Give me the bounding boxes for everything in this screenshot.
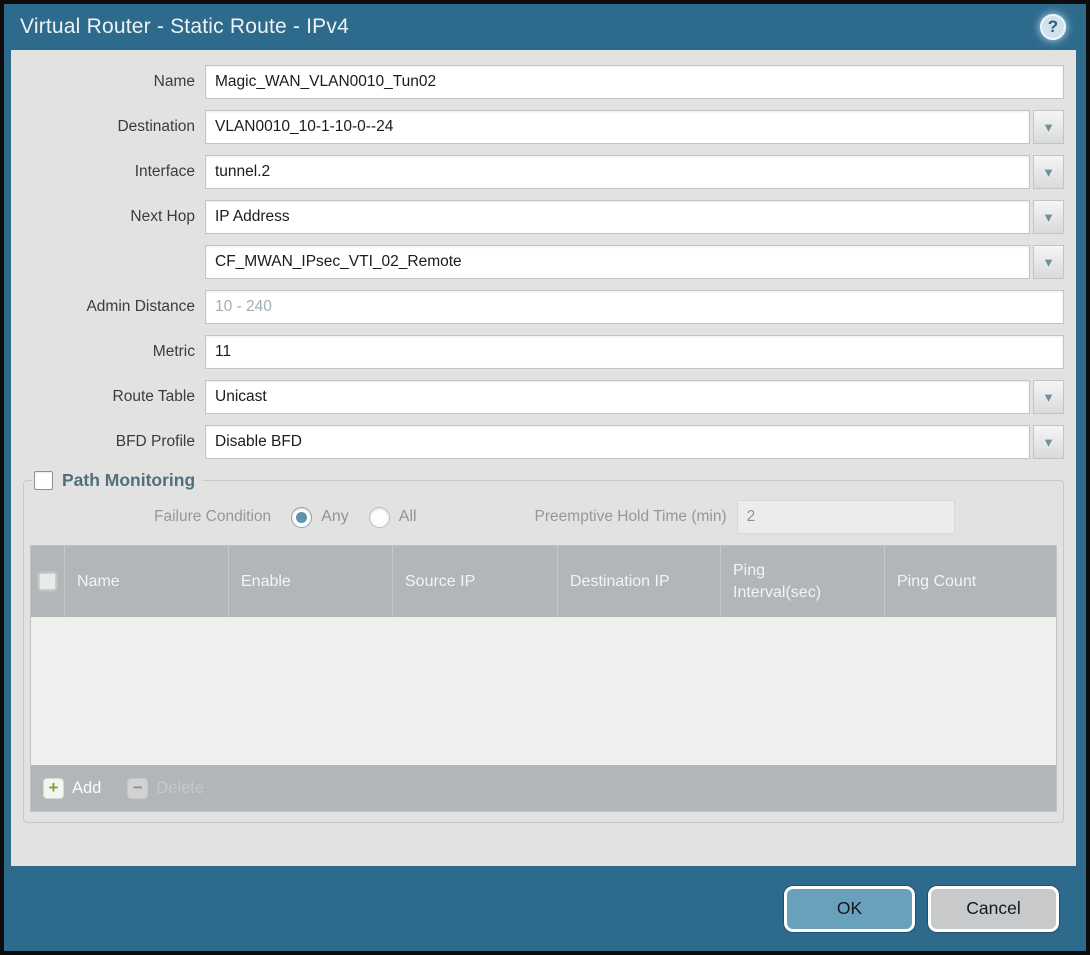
chevron-down-icon: ▼ <box>1042 210 1055 225</box>
cancel-button[interactable]: Cancel <box>928 886 1059 932</box>
chevron-down-icon: ▼ <box>1042 120 1055 135</box>
destination-label: Destination <box>23 118 205 136</box>
name-label: Name <box>23 73 205 91</box>
bfd-profile-dropdown-button[interactable]: ▼ <box>1033 425 1064 459</box>
dialog-titlebar: Virtual Router - Static Route - IPv4 ? <box>4 4 1086 50</box>
form-row-admin-distance: Admin Distance <box>23 290 1064 324</box>
table-header-source-ip: Source IP <box>393 546 558 617</box>
admin-distance-input[interactable] <box>205 290 1064 324</box>
table-header-select-all <box>31 546 65 617</box>
preemptive-hold-time-label: Preemptive Hold Time (min) <box>535 508 727 526</box>
form-row-route-table: Route Table ▼ <box>23 380 1064 414</box>
bfd-profile-input[interactable] <box>205 425 1030 459</box>
plus-icon: + <box>43 778 64 799</box>
path-monitoring-checkbox[interactable] <box>34 471 53 490</box>
table-header-ping-count: Ping Count <box>885 546 1056 617</box>
form-row-next-hop: Next Hop ▼ <box>23 200 1064 234</box>
path-monitoring-section: Path Monitoring Failure Condition Any Al… <box>23 470 1064 823</box>
failure-condition-all-radio <box>369 507 390 528</box>
bfd-profile-label: BFD Profile <box>23 433 205 451</box>
delete-button-label: Delete <box>156 779 204 798</box>
metric-label: Metric <box>23 343 205 361</box>
next-hop-type-input[interactable] <box>205 200 1030 234</box>
path-monitoring-table: Name Enable Source IP Destination IP Pin… <box>30 545 1057 812</box>
failure-condition-row: Failure Condition Any All Preemptive Hol… <box>30 499 1057 535</box>
failure-condition-all-label: All <box>399 508 417 526</box>
chevron-down-icon: ▼ <box>1042 165 1055 180</box>
failure-condition-any-label: Any <box>321 508 349 526</box>
next-hop-address-input[interactable] <box>205 245 1030 279</box>
failure-condition-label: Failure Condition <box>154 508 271 526</box>
add-button-label: Add <box>72 779 101 798</box>
interface-label: Interface <box>23 163 205 181</box>
form-row-name: Name <box>23 65 1064 99</box>
table-header-destination-ip: Destination IP <box>558 546 721 617</box>
select-all-checkbox <box>39 573 56 590</box>
next-hop-label: Next Hop <box>23 208 205 226</box>
static-route-dialog: Virtual Router - Static Route - IPv4 ? N… <box>0 0 1090 955</box>
route-table-label: Route Table <box>23 388 205 406</box>
destination-dropdown-button[interactable]: ▼ <box>1033 110 1064 144</box>
dialog-title: Virtual Router - Static Route - IPv4 <box>20 15 349 39</box>
table-header-ping-interval: Ping Interval(sec) <box>721 546 885 617</box>
next-hop-type-dropdown-button[interactable]: ▼ <box>1033 200 1064 234</box>
delete-button: − Delete <box>127 778 204 799</box>
interface-dropdown-button[interactable]: ▼ <box>1033 155 1064 189</box>
path-monitoring-title: Path Monitoring <box>62 470 195 491</box>
chevron-down-icon: ▼ <box>1042 390 1055 405</box>
metric-input[interactable] <box>205 335 1064 369</box>
table-header-name: Name <box>65 546 229 617</box>
path-monitoring-legend: Path Monitoring <box>32 470 203 491</box>
dialog-content: Name Destination ▼ Interface ▼ Next Hop <box>11 50 1076 866</box>
add-button[interactable]: + Add <box>43 778 101 799</box>
preemptive-hold-time-input <box>737 500 955 534</box>
dialog-footer: OK Cancel <box>4 866 1086 951</box>
admin-distance-label: Admin Distance <box>23 298 205 316</box>
chevron-down-icon: ▼ <box>1042 435 1055 450</box>
destination-input[interactable] <box>205 110 1030 144</box>
minus-icon: − <box>127 778 148 799</box>
table-header-row: Name Enable Source IP Destination IP Pin… <box>31 546 1056 617</box>
next-hop-address-dropdown-button[interactable]: ▼ <box>1033 245 1064 279</box>
form-row-bfd-profile: BFD Profile ▼ <box>23 425 1064 459</box>
table-header-enable: Enable <box>229 546 393 617</box>
form-row-next-hop-address: ▼ <box>23 245 1064 279</box>
table-toolbar: + Add − Delete <box>31 765 1056 811</box>
interface-input[interactable] <box>205 155 1030 189</box>
form-row-interface: Interface ▼ <box>23 155 1064 189</box>
chevron-down-icon: ▼ <box>1042 255 1055 270</box>
table-body-empty <box>31 617 1056 765</box>
help-icon[interactable]: ? <box>1040 14 1066 40</box>
name-input[interactable] <box>205 65 1064 99</box>
ok-button[interactable]: OK <box>784 886 915 932</box>
route-table-dropdown-button[interactable]: ▼ <box>1033 380 1064 414</box>
route-table-input[interactable] <box>205 380 1030 414</box>
form-row-metric: Metric <box>23 335 1064 369</box>
form-row-destination: Destination ▼ <box>23 110 1064 144</box>
failure-condition-any-radio <box>291 507 312 528</box>
